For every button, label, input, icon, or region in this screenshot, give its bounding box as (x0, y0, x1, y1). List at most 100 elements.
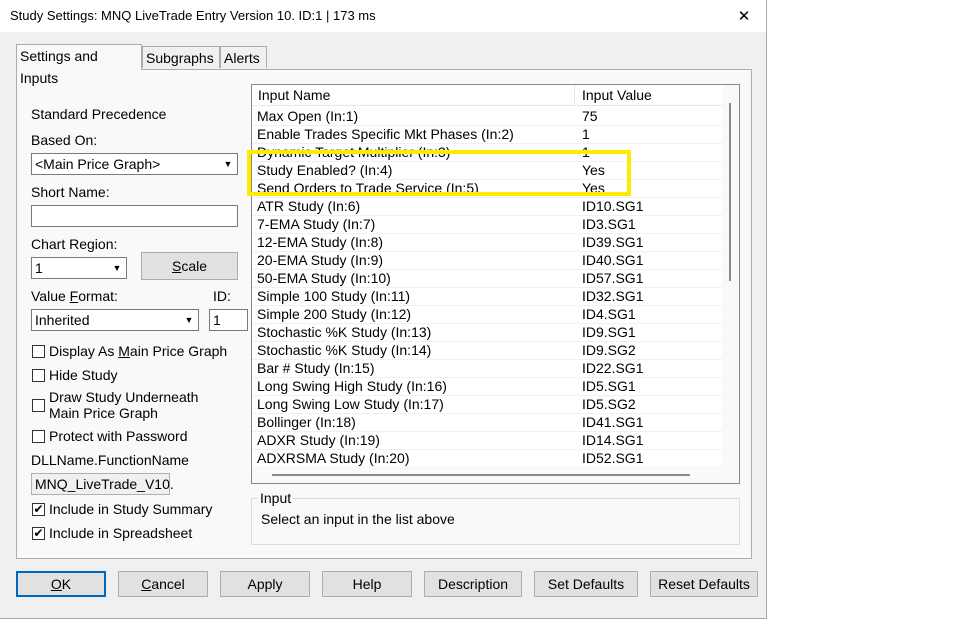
tab-alerts[interactable]: Alerts (220, 46, 267, 68)
short-name-input[interactable] (31, 205, 238, 227)
input-value: ID14.SG1 (582, 432, 644, 448)
input-name: ADXR Study (In:19) (257, 432, 380, 448)
help-button-label: Help (352, 576, 382, 592)
scale-button-label: Scale (171, 258, 208, 274)
list-item[interactable]: ATR Study (In:6) ID10.SG1 (252, 198, 723, 216)
set-defaults-button[interactable]: Set Defaults (534, 571, 638, 597)
column-header-input-value[interactable]: Input Value (582, 87, 652, 103)
chevron-down-icon: ▼ (184, 315, 194, 325)
list-item[interactable]: Long Swing High Study (In:16) ID5.SG1 (252, 378, 723, 396)
reset-defaults-button-label: Reset Defaults (658, 576, 750, 592)
input-value: ID10.SG1 (582, 198, 644, 214)
list-item[interactable]: 20-EMA Study (In:9) ID40.SG1 (252, 252, 723, 270)
input-name: Simple 100 Study (In:11) (257, 288, 411, 304)
include-spreadsheet-label: Include in Spreadsheet (49, 525, 193, 541)
id-value: 1 (213, 312, 221, 328)
input-name: Stochastic %K Study (In:14) (257, 342, 432, 358)
draw-underneath-checkbox[interactable] (32, 399, 45, 412)
reset-defaults-button[interactable]: Reset Defaults (650, 571, 758, 597)
vertical-scrollbar[interactable] (722, 85, 739, 483)
description-button-label: Description (437, 576, 509, 592)
input-name: Simple 200 Study (In:12) (257, 306, 412, 322)
list-item[interactable]: Long Swing Low Study (In:17) ID5.SG2 (252, 396, 723, 414)
chart-region-select[interactable]: 1 ▼ (31, 257, 127, 279)
hide-study-checkbox[interactable] (32, 369, 45, 382)
column-divider[interactable] (574, 85, 575, 105)
input-value: ID22.SG1 (582, 360, 644, 376)
based-on-label: Based On: (31, 132, 98, 148)
list-item[interactable]: 50-EMA Study (In:10) ID57.SG1 (252, 270, 723, 288)
check-icon: ✔ (33, 526, 44, 540)
standard-precedence-label: Standard Precedence (31, 106, 167, 122)
list-item[interactable]: 12-EMA Study (In:8) ID39.SG1 (252, 234, 723, 252)
value-format-select[interactable]: Inherited ▼ (31, 309, 199, 331)
list-item[interactable]: Enable Trades Specific Mkt Phases (In:2)… (252, 126, 723, 144)
input-group-legend: Input (258, 490, 294, 506)
input-name: 12-EMA Study (In:8) (257, 234, 384, 250)
input-name: Bar # Study (In:15) (257, 360, 375, 376)
list-item[interactable]: Simple 200 Study (In:12) ID4.SG1 (252, 306, 723, 324)
dll-name-field[interactable]: MNQ_LiveTrade_V10. (31, 473, 174, 495)
input-name: Long Swing High Study (In:16) (257, 378, 447, 394)
input-value: ID4.SG1 (582, 306, 636, 322)
cancel-button-label: Cancel (141, 576, 185, 592)
scrollbar-thumb[interactable] (729, 103, 731, 281)
tab-settings-and-inputs[interactable]: Settings and Inputs (16, 44, 142, 86)
tab-subgraphs[interactable]: Subgraphs (142, 46, 220, 68)
inputs-list[interactable]: Input Name Input Value Max Open (In:1) 75… (251, 84, 740, 484)
list-item[interactable]: ADXR Study (In:19) ID14.SG1 (252, 432, 723, 450)
input-groupbox: Input Select an input in the list above (251, 490, 740, 545)
apply-button-label: Apply (247, 576, 283, 592)
chart-region-label: Chart Region: (31, 236, 118, 252)
dll-name-label: DLLName.FunctionName (31, 452, 189, 468)
draw-underneath-label-line1: Draw Study Underneath (49, 389, 199, 405)
list-item[interactable]: Stochastic %K Study (In:13) ID9.SG1 (252, 324, 723, 342)
display-main-label: Display As Main Price Graph (49, 343, 228, 359)
input-name: 50-EMA Study (In:10) (257, 270, 391, 286)
input-name: Max Open (In:1) (257, 108, 359, 124)
input-value: ID39.SG1 (582, 234, 644, 250)
chevron-down-icon: ▼ (112, 263, 122, 273)
list-item[interactable]: Stochastic %K Study (In:14) ID9.SG2 (252, 342, 723, 360)
apply-button[interactable]: Apply (220, 571, 310, 597)
draw-underneath-label-line2: Main Price Graph (49, 405, 158, 421)
chart-region-value: 1 (35, 260, 43, 276)
input-name: Bollinger (In:18) (257, 414, 356, 430)
protect-password-checkbox[interactable] (32, 430, 45, 443)
include-spreadsheet-checkbox[interactable]: ✔ (32, 526, 45, 540)
input-name: 7-EMA Study (In:7) (257, 216, 376, 232)
input-value: 1 (582, 126, 590, 142)
short-name-label: Short Name: (31, 184, 110, 200)
id-input[interactable]: 1 (209, 309, 248, 331)
input-help-text: Select an input in the list above (261, 511, 455, 527)
column-header-input-name[interactable]: Input Name (258, 87, 330, 103)
include-summary-checkbox[interactable]: ✔ (32, 502, 45, 516)
list-item[interactable]: 7-EMA Study (In:7) ID3.SG1 (252, 216, 723, 234)
description-button[interactable]: Description (424, 571, 522, 597)
chevron-down-icon: ▼ (223, 159, 233, 169)
input-value: ID9.SG2 (582, 342, 636, 358)
id-label: ID: (213, 288, 231, 304)
list-item[interactable]: Max Open (In:1) 75 (252, 108, 723, 126)
ok-button[interactable]: OK (16, 571, 106, 597)
dll-name-value: MNQ_LiveTrade_V10. (35, 476, 174, 492)
input-value: ID3.SG1 (582, 216, 636, 232)
scale-button[interactable]: Scale (141, 252, 238, 280)
based-on-select[interactable]: <Main Price Graph> ▼ (31, 153, 238, 175)
input-value: ID52.SG1 (582, 450, 644, 466)
close-icon[interactable]: ✕ (724, 0, 764, 31)
list-item[interactable]: Simple 100 Study (In:11) ID32.SG1 (252, 288, 723, 306)
input-value: 75 (582, 108, 598, 124)
scrollbar-thumb[interactable] (272, 474, 690, 476)
list-item[interactable]: Bollinger (In:18) ID41.SG1 (252, 414, 723, 432)
highlight-box (247, 150, 631, 196)
study-settings-dialog: Study Settings: MNQ LiveTrade Entry Vers… (0, 0, 767, 619)
display-main-checkbox[interactable] (32, 345, 45, 358)
input-value: ID5.SG1 (582, 378, 636, 394)
list-item[interactable]: Bar # Study (In:15) ID22.SG1 (252, 360, 723, 378)
tab-label: Subgraphs (146, 50, 214, 66)
list-header: Input Name Input Value (252, 85, 723, 106)
horizontal-scrollbar[interactable] (252, 466, 723, 483)
cancel-button[interactable]: Cancel (118, 571, 208, 597)
help-button[interactable]: Help (322, 571, 412, 597)
